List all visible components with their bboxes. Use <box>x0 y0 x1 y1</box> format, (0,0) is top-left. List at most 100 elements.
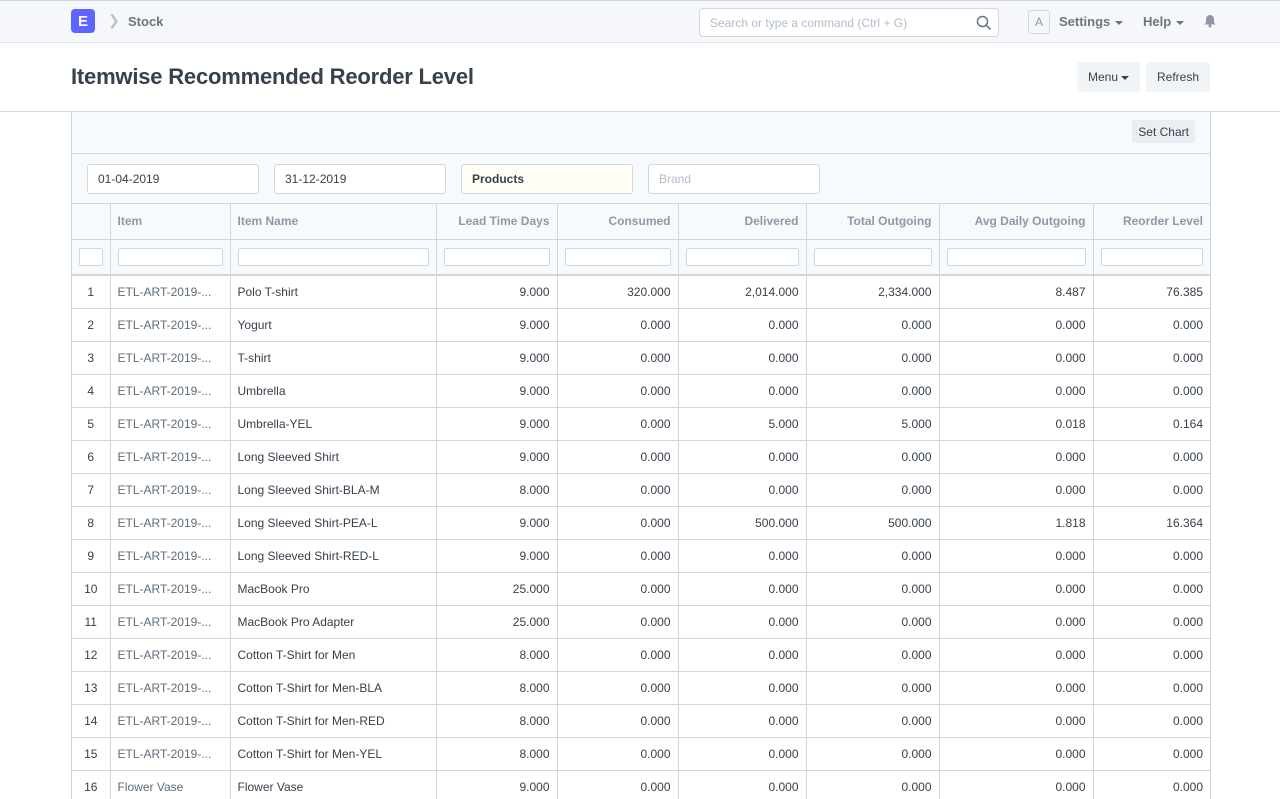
cell-total-outgoing: 0.000 <box>806 308 940 342</box>
table-body: 1 ETL-ART-2019-... Polo T-shirt 9.000 320.00… <box>72 275 1210 799</box>
set-chart-button[interactable]: Set Chart <box>1132 120 1195 143</box>
cell-item-code[interactable]: ETL-ART-2019-... <box>110 704 231 738</box>
menu-button[interactable]: Menu <box>1077 62 1141 92</box>
filter-cell <box>436 239 558 276</box>
brand-field[interactable] <box>648 164 820 194</box>
column-header-reorder-level[interactable]: Reorder Level <box>1093 204 1210 240</box>
cell-item-code[interactable]: ETL-ART-2019-... <box>110 374 231 408</box>
notification-bell-icon[interactable] <box>1203 14 1217 28</box>
cell-item-name: Long Sleeved Shirt-RED-L <box>230 539 437 573</box>
help-label: Help <box>1143 14 1172 29</box>
awesomebar[interactable] <box>699 8 999 37</box>
cell-item-code[interactable]: ETL-ART-2019-... <box>110 506 231 540</box>
cell-item-code[interactable]: ETL-ART-2019-... <box>110 407 231 441</box>
cell-row-index: 7 <box>72 473 111 507</box>
cell-item-code[interactable]: Flower Vase <box>110 770 231 799</box>
column-header-index <box>72 204 111 240</box>
to-date-field[interactable] <box>274 164 446 194</box>
column-header-item[interactable]: Item <box>110 204 231 240</box>
cell-item-code[interactable]: ETL-ART-2019-... <box>110 737 231 771</box>
table-row[interactable]: 11 ETL-ART-2019-... MacBook Pro Adapter 25.… <box>72 605 1210 639</box>
table-row[interactable]: 1 ETL-ART-2019-... Polo T-shirt 9.000 320.00… <box>72 275 1210 309</box>
column-header-item-name[interactable]: Item Name <box>230 204 437 240</box>
table-row[interactable]: 16 Flower Vase Flower Vase 9.000 0.000 0.000 0… <box>72 770 1210 799</box>
table-row[interactable]: 10 ETL-ART-2019-... MacBook Pro 25.000 0.000… <box>72 572 1210 606</box>
cell-consumed: 0.000 <box>557 770 679 799</box>
column-filter-input[interactable] <box>813 247 932 266</box>
divider <box>72 153 1210 154</box>
table-row[interactable]: 14 ETL-ART-2019-... Cotton T-Shirt for Men… <box>72 704 1210 738</box>
column-header-delivered[interactable]: Delivered <box>678 204 807 240</box>
cell-reorder-level: 0.164 <box>1093 407 1210 441</box>
table-row[interactable]: 4 ETL-ART-2019-... Umbrella 9.000 0.000 0.000… <box>72 374 1210 408</box>
settings-dropdown[interactable]: Settings <box>1059 14 1124 29</box>
filter-cell <box>72 239 111 276</box>
search-icon[interactable] <box>976 15 992 31</box>
cell-avg-daily-outgoing: 0.000 <box>939 770 1094 799</box>
app-logo[interactable]: E <box>71 9 95 33</box>
cell-item-code[interactable]: ETL-ART-2019-... <box>110 341 231 375</box>
item-group-field[interactable] <box>461 164 633 194</box>
column-filter-input[interactable] <box>1100 247 1203 266</box>
cell-item-code[interactable]: ETL-ART-2019-... <box>110 440 231 474</box>
column-filter-input[interactable] <box>946 247 1086 266</box>
cell-avg-daily-outgoing: 0.000 <box>939 308 1094 342</box>
column-filter-input[interactable] <box>117 247 223 266</box>
column-filter-input[interactable] <box>79 247 103 266</box>
cell-avg-daily-outgoing: 0.000 <box>939 704 1094 738</box>
cell-item-code[interactable]: ETL-ART-2019-... <box>110 473 231 507</box>
search-input[interactable] <box>700 9 970 36</box>
menu-label: Menu <box>1088 70 1119 84</box>
table-row[interactable]: 9 ETL-ART-2019-... Long Sleeved Shirt-RED-… <box>72 539 1210 573</box>
column-header-consumed[interactable]: Consumed <box>557 204 679 240</box>
column-filter-row <box>72 239 1210 276</box>
table-row[interactable]: 15 ETL-ART-2019-... Cotton T-Shirt for Men… <box>72 737 1210 771</box>
table-row[interactable]: 2 ETL-ART-2019-... Yogurt 9.000 0.000 0.000 0.… <box>72 308 1210 342</box>
table-row[interactable]: 7 ETL-ART-2019-... Long Sleeved Shirt-BLA-… <box>72 473 1210 507</box>
cell-item-code[interactable]: ETL-ART-2019-... <box>110 605 231 639</box>
cell-avg-daily-outgoing: 0.000 <box>939 374 1094 408</box>
table-row[interactable]: 13 ETL-ART-2019-... Cotton T-Shirt for Men… <box>72 671 1210 705</box>
cell-item-code[interactable]: ETL-ART-2019-... <box>110 638 231 672</box>
column-filter-input[interactable] <box>443 247 550 266</box>
column-header-lead-time-days[interactable]: Lead Time Days <box>436 204 558 240</box>
cell-row-index: 6 <box>72 440 111 474</box>
help-dropdown[interactable]: Help <box>1143 14 1185 29</box>
cell-row-index: 9 <box>72 539 111 573</box>
cell-item-code[interactable]: ETL-ART-2019-... <box>110 671 231 705</box>
cell-item-name: Umbrella <box>230 374 437 408</box>
refresh-button[interactable]: Refresh <box>1146 62 1211 92</box>
cell-item-code[interactable]: ETL-ART-2019-... <box>110 539 231 573</box>
avatar[interactable]: A <box>1028 10 1050 34</box>
table-row[interactable]: 6 ETL-ART-2019-... Long Sleeved Shirt 9.000… <box>72 440 1210 474</box>
cell-lead-time-days: 8.000 <box>436 704 558 738</box>
table-row[interactable]: 8 ETL-ART-2019-... Long Sleeved Shirt-PEA-… <box>72 506 1210 540</box>
cell-total-outgoing: 0.000 <box>806 473 940 507</box>
cell-lead-time-days: 9.000 <box>436 341 558 375</box>
cell-lead-time-days: 8.000 <box>436 638 558 672</box>
cell-delivered: 0.000 <box>678 539 807 573</box>
breadcrumb-stock[interactable]: Stock <box>128 14 163 29</box>
cell-item-code[interactable]: ETL-ART-2019-... <box>110 308 231 342</box>
column-header-avg-daily-outgoing[interactable]: Avg Daily Outgoing <box>939 204 1094 240</box>
from-date-field[interactable] <box>87 164 259 194</box>
column-filter-input[interactable] <box>237 247 429 266</box>
column-filter-input[interactable] <box>685 247 799 266</box>
column-filter-input[interactable] <box>564 247 671 266</box>
cell-reorder-level: 0.000 <box>1093 671 1210 705</box>
table-row[interactable]: 12 ETL-ART-2019-... Cotton T-Shirt for Men… <box>72 638 1210 672</box>
cell-row-index: 10 <box>72 572 111 606</box>
table-row[interactable]: 3 ETL-ART-2019-... T-shirt 9.000 0.000 0.000 0… <box>72 341 1210 375</box>
cell-avg-daily-outgoing: 0.000 <box>939 440 1094 474</box>
cell-item-name: Long Sleeved Shirt-PEA-L <box>230 506 437 540</box>
cell-delivered: 0.000 <box>678 605 807 639</box>
cell-row-index: 4 <box>72 374 111 408</box>
table-row[interactable]: 5 ETL-ART-2019-... Umbrella-YEL 9.000 0.000 5… <box>72 407 1210 441</box>
cell-consumed: 320.000 <box>557 275 679 309</box>
cell-row-index: 2 <box>72 308 111 342</box>
cell-item-code[interactable]: ETL-ART-2019-... <box>110 572 231 606</box>
column-header-total-outgoing[interactable]: Total Outgoing <box>806 204 940 240</box>
cell-avg-daily-outgoing: 0.000 <box>939 473 1094 507</box>
cell-item-code[interactable]: ETL-ART-2019-... <box>110 275 231 309</box>
cell-consumed: 0.000 <box>557 407 679 441</box>
